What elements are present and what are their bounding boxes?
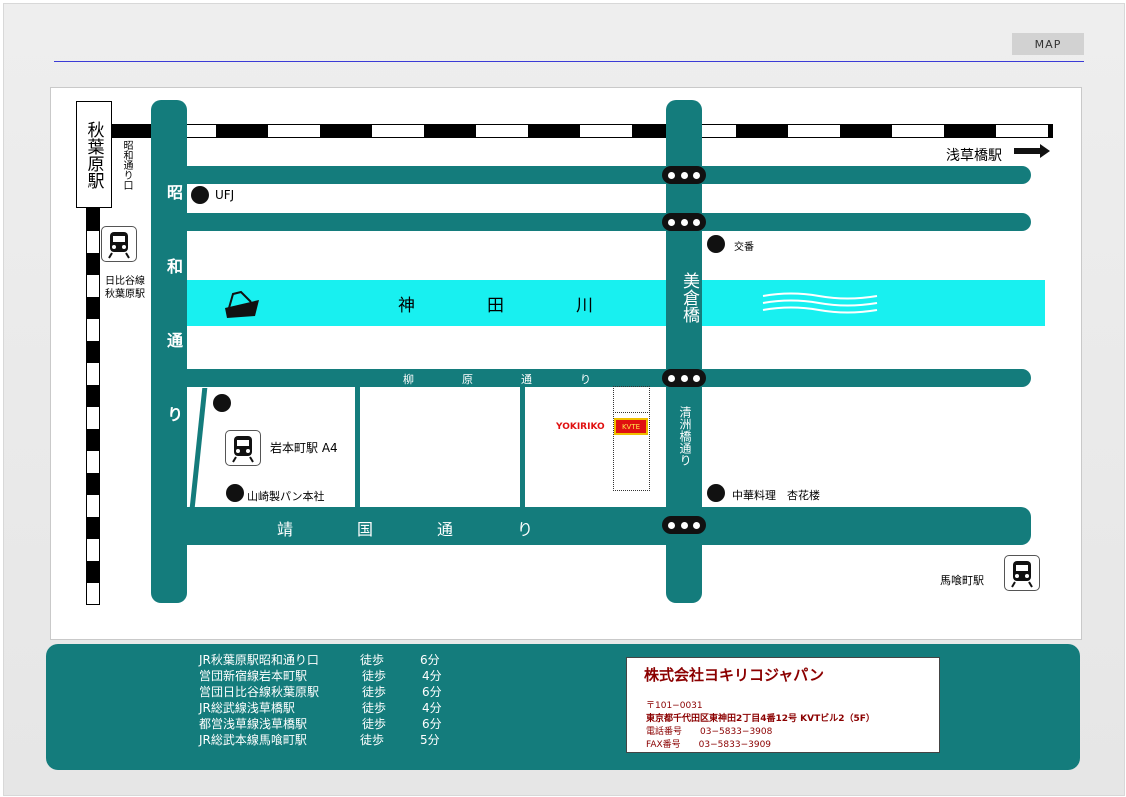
asakusabashi-label: 浅草橋駅	[946, 148, 1002, 164]
hibiya-station-label: 秋葉原駅	[105, 289, 145, 300]
train-icon	[225, 430, 261, 466]
showa-road-label: 昭和通り	[164, 184, 183, 480]
access-time: 4分	[422, 669, 442, 683]
ufj-label: UFJ	[215, 188, 235, 202]
access-map: 秋葉原駅 昭和通り口 神田川 昭和通り 美倉橋 清洲橋通り 柳原通り 靖国通り …	[50, 87, 1082, 640]
street-2	[520, 387, 525, 507]
map-tab[interactable]: MAP	[1012, 33, 1084, 55]
railway-vertical	[86, 208, 100, 605]
train-icon	[101, 226, 137, 262]
access-time: 5分	[420, 733, 440, 747]
kiyosubashi-road-label: 清洲橋通り	[678, 406, 692, 466]
access-time: 4分	[422, 701, 442, 715]
river-label: 神田川	[398, 296, 665, 316]
train-icon	[1004, 555, 1040, 591]
access-mode: 徒歩	[362, 669, 387, 683]
yamazaki-dot-icon	[226, 484, 244, 502]
street-diagonal	[189, 388, 208, 508]
traffic-signal-icon	[662, 516, 706, 534]
traffic-signal-icon	[662, 369, 706, 387]
bakurocho-label: 馬喰町駅	[940, 574, 984, 587]
road-second	[151, 213, 1031, 231]
yamazaki-label: 山崎製パン本社	[247, 490, 325, 503]
company-address: 東京都千代田区東神田2丁目4番12号 KVTビル2（5F）	[646, 714, 875, 724]
wave-icon	[761, 291, 879, 315]
access-time: 6分	[420, 653, 440, 667]
building-outline	[613, 386, 650, 491]
yokiriko-label: YOKIRIKO	[556, 422, 605, 432]
company-fax: FAX番号 03−5833−3909	[646, 740, 772, 750]
akihabara-station-box: 秋葉原駅	[76, 101, 112, 208]
access-line: 営団日比谷線秋葉原駅	[199, 685, 320, 699]
traffic-signal-icon	[662, 166, 706, 184]
access-mode: 徒歩	[360, 653, 385, 667]
iwamotocho-label: 岩本町駅 A4	[270, 441, 338, 455]
header-rule	[54, 61, 1084, 62]
restaurant-dot-icon	[707, 484, 725, 502]
access-time: 6分	[422, 717, 442, 731]
ufj-dot-icon	[191, 186, 209, 204]
dot-icon	[213, 394, 231, 412]
access-time: 6分	[422, 685, 442, 699]
access-mode: 徒歩	[362, 717, 387, 731]
access-line: JR総武線浅草橋駅	[199, 701, 295, 715]
road-top	[151, 166, 1031, 184]
street-1	[355, 387, 360, 507]
boat-icon	[221, 288, 263, 320]
access-line: 営団新宿線岩本町駅	[199, 669, 308, 683]
yasukuni-label: 靖国通り	[277, 520, 598, 539]
access-line: JR総武本線馬喰町駅	[199, 733, 307, 747]
traffic-signal-icon	[662, 213, 706, 231]
kvt-building-marker[interactable]: KVTE	[614, 418, 648, 435]
arrow-right-icon	[1014, 143, 1050, 158]
company-name: 株式会社ヨキリコジャパン	[644, 666, 825, 684]
company-tel: 電話番号 03−5833−3908	[646, 727, 773, 737]
restaurant-label: 中華料理 杏花楼	[732, 489, 820, 502]
showa-exit-label: 昭和通り口	[121, 140, 132, 190]
building-divider	[613, 412, 648, 413]
company-info-box: 株式会社ヨキリコジャパン 〒101−0031 東京都千代田区東神田2丁目4番12…	[626, 657, 940, 753]
mikura-bridge-label: 美倉橋	[679, 272, 699, 323]
koban-label: 交番	[734, 242, 754, 253]
yanagiwara-label: 柳原通り	[403, 373, 639, 386]
access-mode: 徒歩	[362, 685, 387, 699]
access-line: JR秋葉原駅昭和通り口	[199, 653, 319, 667]
company-postal: 〒101−0031	[646, 701, 703, 711]
railway-horizontal	[111, 124, 1053, 138]
access-line: 都営浅草線浅草橋駅	[199, 717, 308, 731]
access-mode: 徒歩	[362, 701, 387, 715]
koban-dot-icon	[707, 235, 725, 253]
access-mode: 徒歩	[360, 733, 385, 747]
